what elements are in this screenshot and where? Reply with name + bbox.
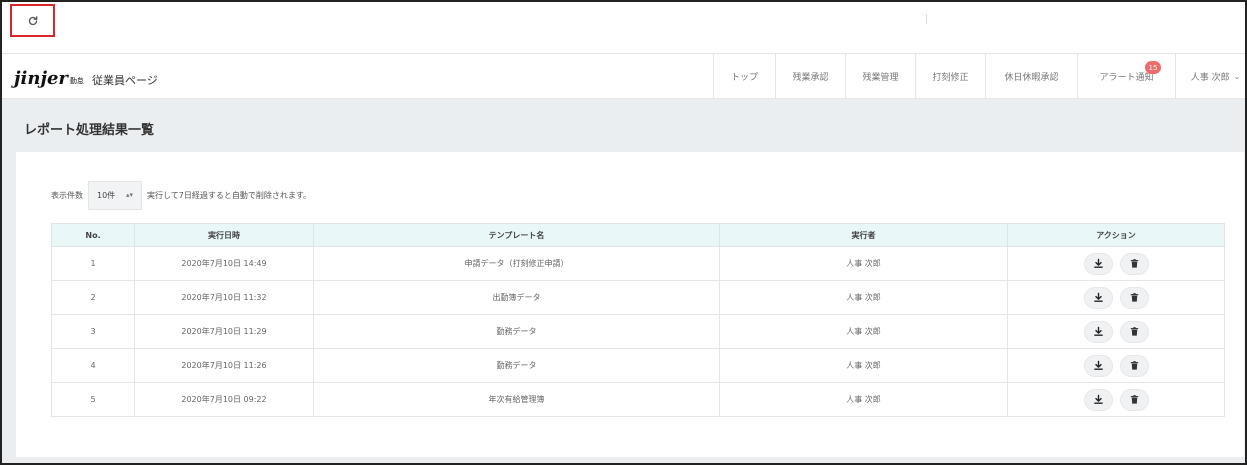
delete-button[interactable] [1119, 388, 1149, 411]
cell-no: 4 [51, 348, 135, 383]
logo-subtitle: 勤怠 [69, 77, 84, 85]
trash-icon [1130, 293, 1138, 302]
nav-holiday-approval[interactable]: 休日休暇承認 [985, 54, 1077, 98]
trash-icon [1130, 395, 1138, 404]
app-header: jinjer 勤怠 従業員ページ トップ 残業承認 残業管理 打刻修正 休日休暇… [2, 54, 1245, 99]
header-template: テンプレート名 [313, 223, 720, 247]
cell-template: 年次有給管理簿 [313, 382, 720, 417]
report-card: 表示件数 10件 ▴▾ 実行して7日経過すると自動で削除されます。 No. 実行… [16, 152, 1244, 457]
trash-icon [1130, 361, 1138, 370]
browser-window: jinjer 勤怠 従業員ページ トップ 残業承認 残業管理 打刻修正 休日休暇… [0, 0, 1247, 465]
nav-clock-correction[interactable]: 打刻修正 [915, 54, 985, 98]
nav-top[interactable]: トップ [713, 54, 775, 98]
cell-executor: 人事 次郎 [719, 348, 1008, 383]
content-area: 表示件数 10件 ▴▾ 実行して7日経過すると自動で削除されます。 No. 実行… [2, 152, 1245, 463]
cell-executor: 人事 次郎 [719, 246, 1008, 281]
cell-actions [1007, 246, 1225, 281]
reload-icon [28, 15, 37, 25]
cell-executed-at: 2020年7月10日 09:22 [134, 382, 314, 417]
header-action: アクション [1007, 223, 1225, 247]
table-row: 5 2020年7月10日 09:22 年次有給管理簿 人事 次郎 [51, 382, 1225, 417]
delete-button[interactable] [1119, 320, 1149, 343]
browser-toolbar [2, 2, 1245, 54]
cell-executor: 人事 次郎 [719, 280, 1008, 315]
cell-executed-at: 2020年7月10日 14:49 [134, 246, 314, 281]
table-row: 1 2020年7月10日 14:49 申請データ（打刻修正申請） 人事 次郎 [51, 246, 1225, 281]
download-button[interactable] [1083, 252, 1113, 275]
nav-clock-correction-label: 打刻修正 [932, 72, 969, 83]
download-button[interactable] [1083, 320, 1113, 343]
logo-wordmark: jinjer [14, 68, 68, 89]
nav-overtime-management[interactable]: 残業管理 [845, 54, 915, 98]
page-size-value: 10件 [97, 190, 116, 200]
header-executor: 実行者 [719, 223, 1008, 247]
cell-template: 申請データ（打刻修正申請） [313, 246, 720, 281]
download-icon [1093, 258, 1103, 268]
table-row: 3 2020年7月10日 11:29 勤務データ 人事 次郎 [51, 314, 1225, 349]
download-icon [1093, 360, 1103, 370]
download-button[interactable] [1083, 354, 1113, 377]
title-band: レポート処理結果一覧 [2, 99, 1245, 152]
select-arrows-icon: ▴▾ [125, 191, 133, 199]
page-name: 従業員ページ [92, 74, 158, 87]
report-table: No. 実行日時 テンプレート名 実行者 アクション 1 2020年7月10日 … [51, 223, 1225, 417]
nav-top-label: トップ [730, 72, 758, 83]
cell-template: 勤務データ [313, 314, 720, 349]
cell-executed-at: 2020年7月10日 11:29 [134, 314, 314, 349]
cell-template: 勤務データ [313, 348, 720, 383]
user-name: 人事 次郎 [1190, 72, 1230, 83]
download-icon [1093, 394, 1103, 404]
delete-button[interactable] [1119, 252, 1149, 275]
header-executed-at: 実行日時 [134, 223, 314, 247]
cell-actions [1007, 382, 1225, 417]
jinjer-logo[interactable]: jinjer 勤怠 [14, 64, 84, 88]
nav-alert-notifications[interactable]: アラート通知 15 [1077, 54, 1175, 98]
download-icon [1093, 326, 1103, 336]
trash-icon [1130, 259, 1138, 268]
alert-count-badge: 15 [1145, 61, 1161, 74]
cell-executor: 人事 次郎 [719, 382, 1008, 417]
cell-no: 3 [51, 314, 135, 349]
user-menu[interactable]: 人事 次郎 ⌄ [1175, 54, 1245, 98]
reload-button[interactable] [10, 4, 55, 37]
nav-overtime-approval[interactable]: 残業承認 [775, 54, 845, 98]
cell-actions [1007, 280, 1225, 315]
page-size-select[interactable]: 10件 ▴▾ [88, 180, 142, 210]
chevron-down-icon: ⌄ [1233, 71, 1241, 81]
count-label: 表示件数 [51, 190, 83, 200]
cell-executed-at: 2020年7月10日 11:26 [134, 348, 314, 383]
toolbar-divider [926, 14, 927, 24]
cell-no: 5 [51, 382, 135, 417]
main-nav: トップ 残業承認 残業管理 打刻修正 休日休暇承認 アラート通知 15 人事 次… [713, 54, 1245, 98]
download-icon [1093, 292, 1103, 302]
cell-actions [1007, 314, 1225, 349]
download-button[interactable] [1083, 286, 1113, 309]
table-header-row: No. 実行日時 テンプレート名 実行者 アクション [51, 223, 1225, 247]
delete-button[interactable] [1119, 286, 1149, 309]
cell-no: 2 [51, 280, 135, 315]
cell-executed-at: 2020年7月10日 11:32 [134, 280, 314, 315]
page-title: レポート処理結果一覧 [24, 123, 155, 138]
trash-icon [1130, 327, 1138, 336]
table-row: 4 2020年7月10日 11:26 勤務データ 人事 次郎 [51, 348, 1225, 383]
cell-template: 出勤簿データ [313, 280, 720, 315]
nav-holiday-approval-label: 休日休暇承認 [1004, 72, 1059, 83]
download-button[interactable] [1083, 388, 1113, 411]
cell-executor: 人事 次郎 [719, 314, 1008, 349]
table-row: 2 2020年7月10日 11:32 出勤簿データ 人事 次郎 [51, 280, 1225, 315]
cell-actions [1007, 348, 1225, 383]
delete-button[interactable] [1119, 354, 1149, 377]
nav-overtime-management-label: 残業管理 [862, 72, 899, 83]
nav-overtime-approval-label: 残業承認 [792, 72, 829, 83]
auto-delete-note: 実行して7日経過すると自動で削除されます。 [147, 190, 312, 200]
cell-no: 1 [51, 246, 135, 281]
list-controls: 表示件数 10件 ▴▾ 実行して7日経過すると自動で削除されます。 [51, 180, 311, 210]
header-no: No. [51, 223, 135, 247]
